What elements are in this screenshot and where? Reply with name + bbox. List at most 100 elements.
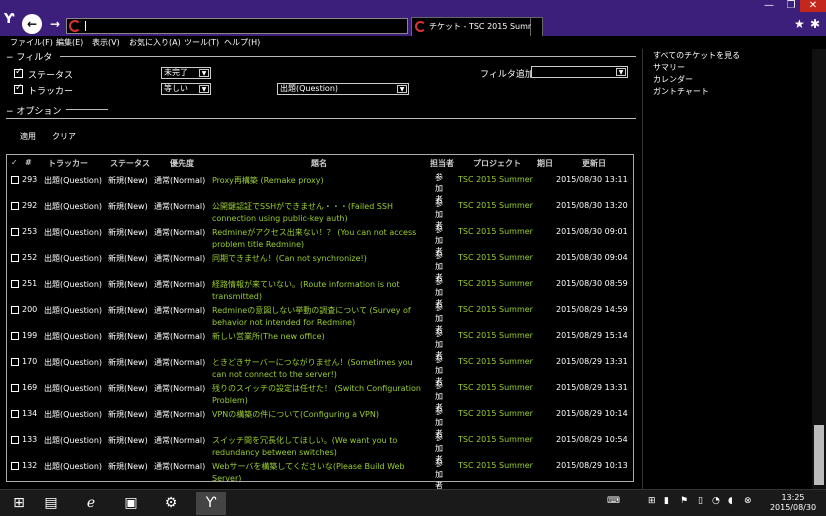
header-id[interactable]: # [25, 158, 32, 167]
issue-subject[interactable]: VPNの構築の件について(Configuring a VPN) [212, 409, 427, 421]
vertical-scrollbar[interactable] [812, 49, 826, 489]
menu-help[interactable]: ヘルプ(H) [224, 37, 260, 48]
battery-icon[interactable]: ▯ [698, 496, 703, 506]
show-desktop-icon[interactable]: ⊞ [648, 496, 656, 506]
sidebar-link-all-issues[interactable]: すべてのチケットを見る [653, 50, 740, 61]
issue-project[interactable]: TSC 2015 Summer [458, 175, 533, 184]
back-button[interactable]: ← [22, 14, 42, 34]
filter-section-toggle[interactable]: − フィルタ [6, 50, 52, 63]
header-project[interactable]: プロジェクト [473, 158, 521, 169]
row-checkbox[interactable] [11, 202, 19, 210]
settings-gear-icon[interactable]: ✱ [810, 17, 820, 31]
issue-id[interactable]: 132 [22, 461, 37, 470]
table-row[interactable]: 169 出題(Question) 新規(New) 通常(Normal) 残りのス… [7, 377, 633, 412]
issue-id[interactable]: 252 [22, 253, 37, 262]
issue-project[interactable]: TSC 2015 Summer [458, 461, 533, 470]
apply-link[interactable]: 適用 [20, 131, 36, 142]
table-row[interactable]: 170 出題(Question) 新規(New) 通常(Normal) ときどき… [7, 351, 633, 386]
issue-subject[interactable]: 新しい営業所(The new office) [212, 331, 427, 343]
issue-project[interactable]: TSC 2015 Summer [458, 227, 533, 236]
table-row[interactable]: 133 出題(Question) 新規(New) 通常(Normal) スイッチ… [7, 429, 633, 464]
issue-assignee[interactable]: 参加者 [433, 458, 445, 491]
store-icon[interactable]: ▣ [116, 492, 146, 515]
issue-project[interactable]: TSC 2015 Summer [458, 305, 533, 314]
issue-id[interactable]: 292 [22, 201, 37, 210]
issue-id[interactable]: 251 [22, 279, 37, 288]
issue-id[interactable]: 133 [22, 435, 37, 444]
start-windows-icon[interactable]: ⊞ [4, 492, 34, 515]
table-row[interactable]: 200 出題(Question) 新規(New) 通常(Normal) Redm… [7, 299, 633, 334]
menu-view[interactable]: 表示(V) [92, 37, 120, 48]
browser-tab[interactable]: チケット - TSC 2015 Summ... [411, 17, 543, 36]
row-checkbox[interactable] [11, 462, 19, 470]
tracker-operator-select[interactable]: 等しい ▼ [161, 83, 211, 95]
header-status[interactable]: ステータス [110, 158, 150, 169]
system-clock[interactable]: 13:25 2015/08/30 [762, 493, 824, 513]
favorites-star-icon[interactable]: ★ [794, 17, 805, 31]
issue-project[interactable]: TSC 2015 Summer [458, 409, 533, 418]
table-row[interactable]: 199 出題(Question) 新規(New) 通常(Normal) 新しい営… [7, 325, 633, 360]
select-all-toggle[interactable]: ✓ [11, 158, 18, 167]
issue-id[interactable]: 170 [22, 357, 37, 366]
menu-edit[interactable]: 編集(E) [56, 37, 83, 48]
issue-project[interactable]: TSC 2015 Summer [458, 383, 533, 392]
add-filter-select[interactable]: ▼ [531, 66, 628, 78]
tracker-filter-checkbox[interactable] [14, 83, 23, 94]
issue-subject[interactable]: 同期できません！(Can not synchronize!) [212, 253, 427, 265]
table-row[interactable]: 252 出題(Question) 新規(New) 通常(Normal) 同期でき… [7, 247, 633, 282]
header-tracker[interactable]: トラッカー [48, 158, 88, 169]
sidebar-link-calendar[interactable]: カレンダー [653, 74, 693, 85]
status-filter-checkbox[interactable] [14, 67, 23, 78]
issue-project[interactable]: TSC 2015 Summer [458, 253, 533, 262]
table-row[interactable]: 292 出題(Question) 新規(New) 通常(Normal) 公開鍵認… [7, 195, 633, 230]
row-checkbox[interactable] [11, 332, 19, 340]
row-checkbox[interactable] [11, 254, 19, 262]
header-assignee[interactable]: 担当者 [430, 158, 454, 169]
network-icon[interactable]: ▮ [664, 496, 669, 506]
forward-button[interactable]: → [47, 16, 63, 32]
sidebar-link-gantt[interactable]: ガントチャート [653, 86, 709, 97]
header-subject[interactable]: 題名 [311, 158, 327, 169]
tracker-value-select[interactable]: 出題(Question) ▼ [277, 83, 409, 95]
row-checkbox[interactable] [11, 358, 19, 366]
issue-id[interactable]: 200 [22, 305, 37, 314]
table-row[interactable]: 253 出題(Question) 新規(New) 通常(Normal) Redm… [7, 221, 633, 256]
issue-project[interactable]: TSC 2015 Summer [458, 201, 533, 210]
menu-favorites[interactable]: お気に入り(A) [129, 37, 181, 48]
address-bar[interactable] [66, 18, 408, 34]
menu-tools[interactable]: ツール(T) [184, 37, 219, 48]
clear-link[interactable]: クリア [52, 131, 76, 142]
row-checkbox[interactable] [11, 228, 19, 236]
browser-taskbar-icon[interactable]: Ƴ [196, 492, 226, 515]
row-checkbox[interactable] [11, 176, 19, 184]
status-operator-select[interactable]: 未完了 ▼ [161, 67, 211, 79]
header-updated[interactable]: 更新日 [582, 158, 606, 169]
table-row[interactable]: 251 出題(Question) 新規(New) 通常(Normal) 経路情報… [7, 273, 633, 308]
row-checkbox[interactable] [11, 436, 19, 444]
issue-id[interactable]: 293 [22, 175, 37, 184]
row-checkbox[interactable] [11, 306, 19, 314]
issue-project[interactable]: TSC 2015 Summer [458, 435, 533, 444]
issue-project[interactable]: TSC 2015 Summer [458, 357, 533, 366]
wifi-icon[interactable]: ◔ [712, 496, 720, 506]
table-row[interactable]: 134 出題(Question) 新規(New) 通常(Normal) VPNの… [7, 403, 633, 438]
flag-icon[interactable]: ⚑ [680, 496, 688, 506]
keyboard-icon[interactable]: ⌨ [607, 496, 620, 506]
issue-project[interactable]: TSC 2015 Summer [458, 279, 533, 288]
scrollbar-thumb[interactable] [814, 425, 824, 485]
issue-id[interactable]: 134 [22, 409, 37, 418]
header-due[interactable]: 期日 [537, 158, 553, 169]
row-checkbox[interactable] [11, 410, 19, 418]
header-priority[interactable]: 優先度 [170, 158, 194, 169]
issue-id[interactable]: 199 [22, 331, 37, 340]
table-row[interactable]: 132 出題(Question) 新規(New) 通常(Normal) Webサ… [7, 455, 633, 490]
internet-explorer-icon[interactable]: ℯ [76, 492, 106, 515]
notification-close-icon[interactable]: ⊗ [744, 496, 752, 506]
app-pinned-icon[interactable]: ⚙ [156, 492, 186, 515]
close-icon[interactable]: ✕ [800, 0, 826, 12]
issue-subject[interactable]: Webサーバを構築してくださいな(Please Build Web Server… [212, 461, 427, 485]
issue-id[interactable]: 253 [22, 227, 37, 236]
row-checkbox[interactable] [11, 384, 19, 392]
table-row[interactable]: 293 出題(Question) 新規(New) 通常(Normal) Prox… [7, 169, 633, 204]
file-explorer-icon[interactable]: ▤ [36, 492, 66, 515]
